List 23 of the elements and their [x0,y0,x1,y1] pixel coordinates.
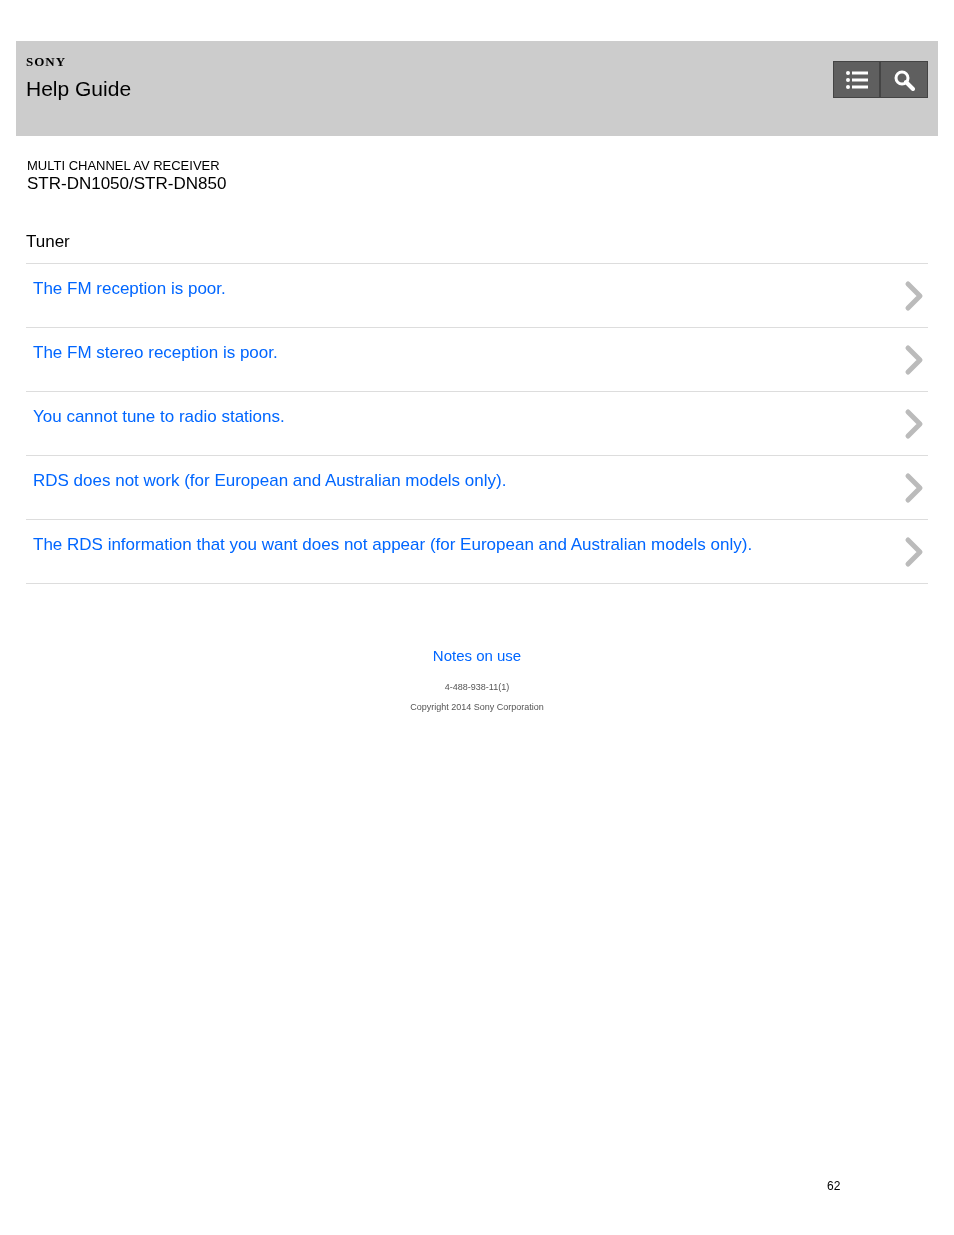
notes-link[interactable]: Notes on use [432,645,522,666]
section-title: Tuner [26,232,70,251]
copyright-text: Copyright 2014 Sony Corporation [410,701,544,714]
product-category: MULTI CHANNEL AV RECEIVER [27,158,221,174]
topic-link[interactable]: The RDS information that you want does not appear (for European and Australian models only). [26,519,928,584]
chevron-right-icon [904,407,924,440]
site-title: Help Guide [26,76,132,102]
topic-link[interactable]: The FM stereo reception is poor. [26,327,928,392]
chevron-right-icon [904,343,924,376]
menu-button[interactable] [833,61,880,98]
page-number: 62 [827,1178,841,1195]
search-button[interactable] [880,61,928,98]
chevron-right-icon [904,471,924,504]
brand-logo: SONY [26,54,68,70]
topic-link[interactable]: You cannot tune to radio stations. [26,391,928,456]
topic-link[interactable]: The FM reception is poor. [26,263,928,328]
product-model: STR-DN1050/STR-DN850 [27,174,228,194]
search-icon [893,68,915,91]
chevron-right-icon [904,279,924,312]
document-code: 4-488-938-11(1) [444,680,510,694]
topic-link[interactable]: RDS does not work (for European and Australian models only). [26,455,928,520]
chevron-right-icon [904,535,924,568]
list-icon [844,69,869,90]
